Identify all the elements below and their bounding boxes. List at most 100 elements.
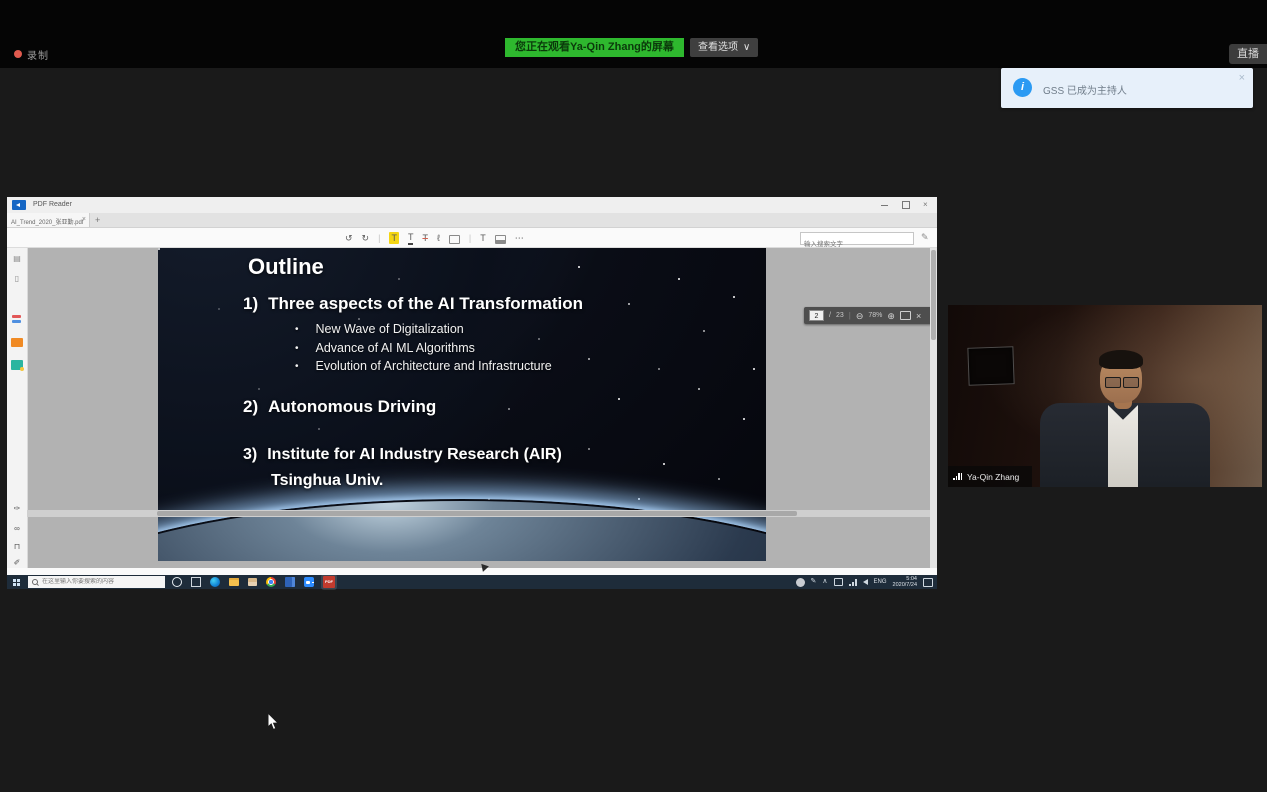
- slide-item-3: 3) Institute for AI Industry Research (A…: [243, 446, 562, 464]
- slide-bullet: • New Wave of Digitalization: [295, 322, 464, 337]
- pagebar-divider: |: [849, 311, 851, 320]
- recording-label: 录制: [27, 47, 49, 62]
- speaker-glasses: [1123, 377, 1139, 388]
- bullet-icon: •: [295, 322, 299, 337]
- start-button-icon[interactable]: [13, 579, 16, 582]
- toolbar-divider: |: [378, 232, 380, 244]
- horizontal-scrollbar[interactable]: [27, 510, 930, 517]
- tray-app-icon[interactable]: [834, 578, 843, 586]
- webcam-video: Ya-Qin Zhang: [948, 305, 1262, 487]
- meeting-app-icon[interactable]: [304, 577, 314, 587]
- network-signal-icon[interactable]: [849, 579, 857, 586]
- underline-text-icon[interactable]: T: [408, 231, 414, 245]
- close-button[interactable]: ×: [923, 201, 928, 209]
- stars-decoration: [158, 248, 160, 250]
- chevron-down-icon: ∨: [743, 38, 750, 57]
- minimize-button[interactable]: [881, 205, 888, 206]
- item-heading: Autonomous Driving: [268, 397, 436, 417]
- restore-button[interactable]: [902, 201, 910, 209]
- chrome-icon[interactable]: [266, 577, 276, 587]
- office-app-icon[interactable]: [285, 577, 295, 587]
- toolbar-divider: |: [469, 232, 471, 244]
- user-account-icon[interactable]: [796, 578, 805, 587]
- panel-icon[interactable]: ▯: [11, 274, 23, 283]
- undo-icon[interactable]: ↺: [345, 232, 353, 244]
- slide-bullet: • Evolution of Architecture and Infrastr…: [295, 359, 552, 374]
- pagebar-close-icon[interactable]: ×: [916, 311, 921, 321]
- page-control-bar: 2 / 23 | ⊖ 78% ⊕ ×: [804, 307, 935, 324]
- thumbnails-icon[interactable]: ▤: [11, 254, 23, 263]
- task-view-icon[interactable]: [191, 577, 201, 587]
- annotation-toolbar: ↺ ↻ | T T T ℓ | T ⋯ ✎: [7, 228, 937, 248]
- signature-icon[interactable]: ℓ: [437, 232, 440, 244]
- action-center-icon[interactable]: [923, 578, 933, 587]
- view-options-button[interactable]: 查看选项 ∨: [690, 38, 758, 57]
- print-icon[interactable]: [11, 338, 23, 347]
- convert-icon[interactable]: [11, 314, 23, 324]
- redo-icon[interactable]: ↻: [362, 232, 370, 244]
- slide-item-1: 1) Three aspects of the AI Transformatio…: [243, 294, 583, 314]
- shared-screen: PDF Reader × AI_Trend_2020_张亚勤.pdf × + ↺…: [7, 197, 937, 589]
- edge-browser-icon[interactable]: [210, 577, 220, 587]
- clock[interactable]: 5:04 2020/7/24: [893, 576, 917, 589]
- snapshot-icon[interactable]: [495, 235, 506, 244]
- draw-icon[interactable]: ✐: [11, 558, 23, 567]
- window-titlebar[interactable]: PDF Reader ×: [7, 197, 937, 213]
- pdf-reader-taskbar-icon[interactable]: PDF: [323, 576, 335, 588]
- volume-icon[interactable]: [863, 579, 868, 585]
- item-number: 1): [243, 294, 258, 314]
- microsoft-store-icon[interactable]: [248, 578, 257, 586]
- slide-title: Outline: [248, 254, 324, 280]
- file-explorer-icon[interactable]: [229, 578, 239, 586]
- left-sidebar: ▤ ▯ ✑ ∞ ⊓ ✐: [7, 248, 28, 568]
- more-tools-icon[interactable]: ⋯: [515, 232, 524, 244]
- bookmark-icon[interactable]: ⊓: [11, 542, 23, 551]
- vertical-scrollbar[interactable]: [930, 248, 937, 568]
- item-number: 3): [243, 446, 257, 464]
- total-pages: 23: [836, 312, 844, 319]
- tab-bar: AI_Trend_2020_张亚勤.pdf × +: [7, 213, 937, 228]
- tab-close-icon[interactable]: ×: [82, 216, 86, 223]
- view-options-label: 查看选项: [698, 38, 738, 57]
- new-tab-button[interactable]: +: [95, 215, 100, 225]
- taskbar-search-box[interactable]: [28, 576, 165, 588]
- language-indicator[interactable]: ENG: [874, 579, 887, 585]
- window-title: PDF Reader: [33, 201, 72, 208]
- slide-bullet: • Advance of AI ML Algorithms: [295, 341, 475, 356]
- add-text-icon[interactable]: T: [480, 232, 486, 244]
- page-number-input[interactable]: 2: [809, 310, 824, 321]
- hidden-icons-caret[interactable]: ∧: [822, 578, 827, 586]
- info-icon: i: [1013, 78, 1032, 97]
- export-icon[interactable]: [11, 360, 23, 370]
- document-search-box[interactable]: [800, 232, 914, 245]
- item-heading: Three aspects of the AI Transformation: [268, 294, 583, 314]
- live-badge: 直播: [1229, 44, 1267, 64]
- item-number: 2): [243, 397, 258, 417]
- taskbar-app-icons: PDF: [172, 576, 335, 588]
- cortana-icon[interactable]: [172, 577, 182, 587]
- read-mode-icon[interactable]: ∞: [11, 524, 23, 533]
- slide-item-3-line2: Tsinghua Univ.: [271, 472, 383, 490]
- zoom-in-icon[interactable]: ⊕: [887, 311, 895, 321]
- highlight-text-icon[interactable]: T: [389, 232, 399, 244]
- strikethrough-text-icon[interactable]: T: [422, 232, 428, 244]
- windows-taskbar: PDF ✎ ∧ ENG 5:04 2020/7/24: [7, 575, 937, 589]
- page-separator: /: [829, 312, 831, 319]
- pen-icon[interactable]: ✎: [921, 232, 929, 243]
- horizontal-scroll-thumb[interactable]: [157, 511, 797, 516]
- search-icon: [32, 579, 38, 585]
- zoom-level: 78%: [868, 312, 882, 319]
- vertical-scroll-thumb[interactable]: [931, 250, 936, 340]
- pen-settings-icon[interactable]: ✎: [811, 578, 817, 586]
- document-tab[interactable]: AI_Trend_2020_张亚勤.pdf ×: [7, 213, 90, 227]
- system-tray: ✎ ∧ ENG 5:04 2020/7/24: [796, 575, 933, 589]
- stamp-icon[interactable]: [449, 235, 460, 244]
- zoom-out-icon[interactable]: ⊖: [856, 311, 864, 321]
- recording-dot-icon: [14, 50, 22, 58]
- fit-screen-icon[interactable]: [900, 311, 911, 320]
- bullet-icon: •: [295, 359, 299, 374]
- pdf-reader-app-icon: [12, 200, 26, 210]
- hand-tool-icon[interactable]: ✑: [11, 504, 23, 513]
- toast-close-icon[interactable]: ×: [1239, 72, 1245, 84]
- taskbar-search-input[interactable]: [40, 578, 162, 586]
